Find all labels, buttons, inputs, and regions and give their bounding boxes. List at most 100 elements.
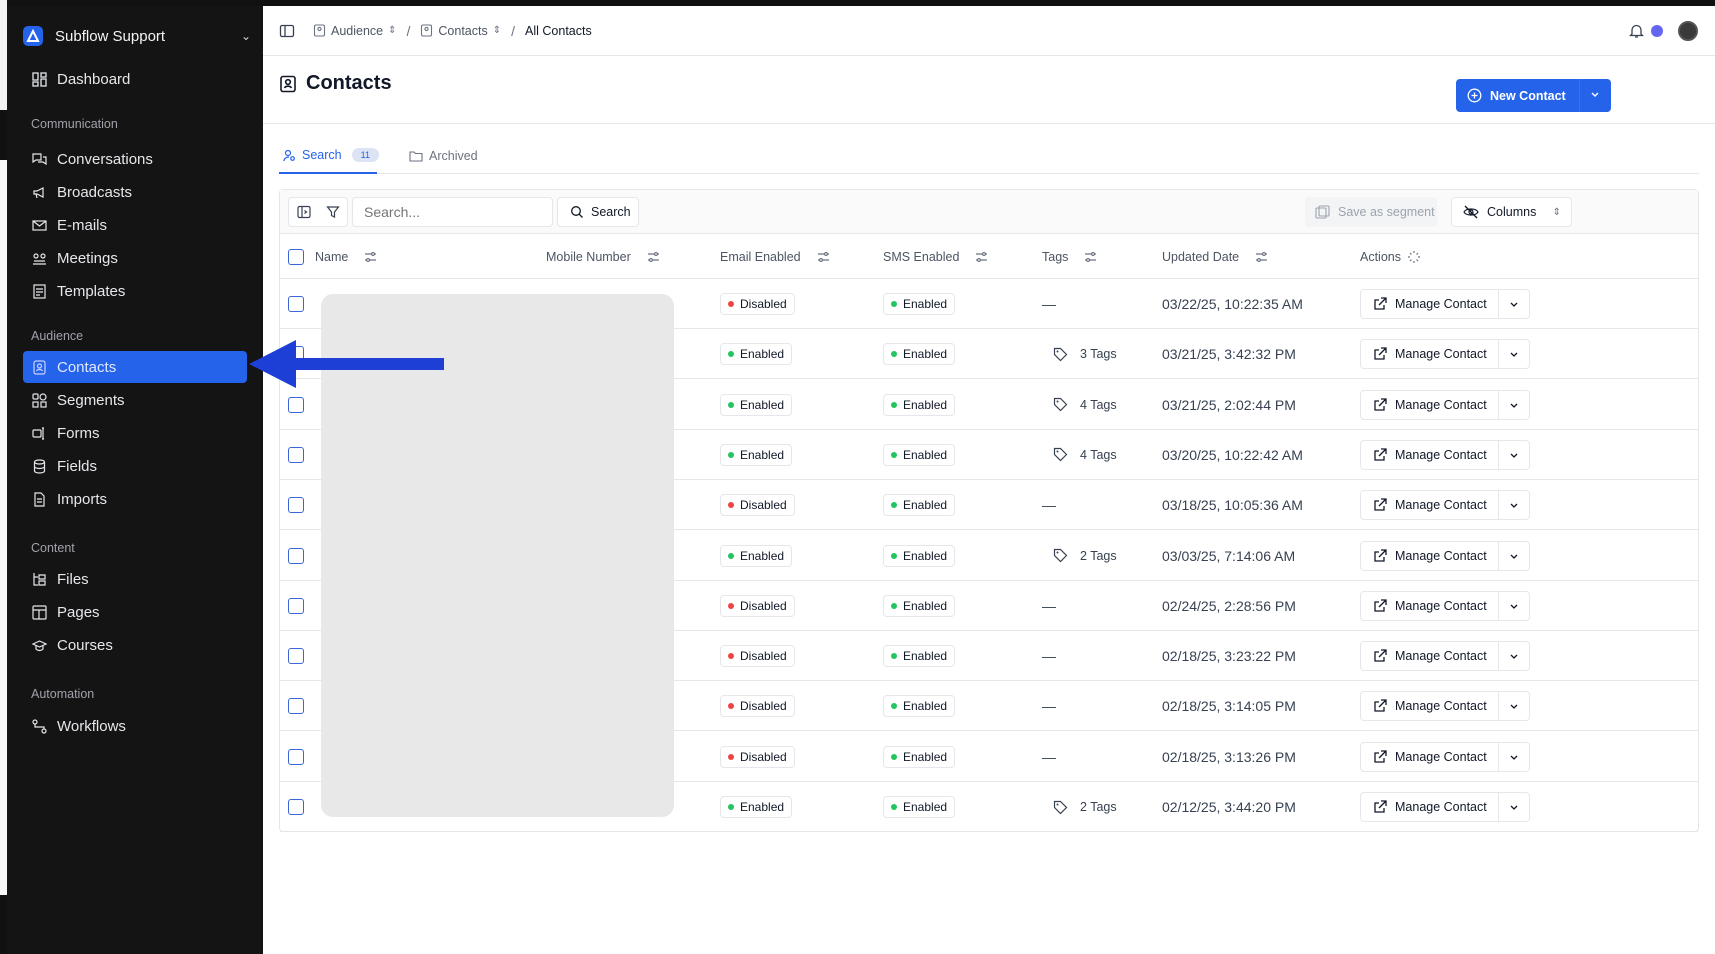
tags-cell[interactable]: 2 Tags (1053, 782, 1117, 832)
breadcrumb-contacts[interactable]: Contacts ⇕ (420, 24, 501, 38)
annotation-arrow-icon (249, 340, 444, 388)
manage-contact-button[interactable]: Manage Contact (1361, 390, 1499, 419)
manage-contact-button[interactable]: Manage Contact (1361, 440, 1499, 469)
sidebar-item-files[interactable]: Files (23, 563, 247, 595)
manage-contact-dropdown[interactable] (1499, 793, 1529, 821)
tab-search[interactable]: Search 11 (279, 138, 379, 174)
new-contact-button[interactable]: New Contact (1456, 79, 1611, 112)
column-header-sms-enabled[interactable]: SMS Enabled (883, 234, 988, 279)
actions-cell: Manage Contact (1360, 681, 1530, 731)
manage-contact-button[interactable]: Manage Contact (1361, 491, 1499, 520)
row-checkbox[interactable] (288, 279, 304, 329)
tags-cell[interactable]: 4 Tags (1053, 430, 1117, 480)
actions-settings-icon[interactable] (1407, 250, 1421, 264)
sidebar-item-emails[interactable]: E-mails (23, 209, 247, 241)
updated-date: 02/12/25, 3:44:20 PM (1162, 799, 1296, 815)
column-header-email-enabled[interactable]: Email Enabled (720, 234, 830, 279)
manage-contact-label: Manage Contact (1395, 800, 1487, 814)
manage-contact-dropdown[interactable] (1499, 542, 1529, 570)
sidebar-item-forms[interactable]: Forms (23, 417, 247, 449)
manage-contact-label: Manage Contact (1395, 347, 1487, 362)
sidebar-item-dashboard[interactable]: Dashboard (23, 63, 247, 95)
sort-filter-icon[interactable] (1255, 251, 1268, 263)
sidebar-item-label: Pages (57, 603, 100, 621)
search-button[interactable]: Search (557, 197, 639, 227)
sidebar-item-pages[interactable]: Pages (23, 596, 247, 628)
manage-contact-button[interactable]: Manage Contact (1361, 340, 1499, 369)
manage-contact-dropdown[interactable] (1499, 743, 1529, 771)
row-checkbox[interactable] (288, 782, 304, 832)
sidebar-item-courses[interactable]: Courses (23, 629, 247, 661)
row-checkbox[interactable] (288, 631, 304, 681)
sidebar-item-fields[interactable]: Fields (23, 450, 247, 482)
row-checkbox[interactable] (288, 681, 304, 731)
breadcrumb-all-contacts[interactable]: All Contacts (525, 24, 592, 38)
workspace-switcher[interactable]: Subflow Support ⌄ (23, 16, 255, 56)
save-as-segment-button[interactable]: Save as segment (1305, 197, 1437, 227)
manage-contact-dropdown[interactable] (1499, 491, 1529, 519)
manage-contact-button[interactable]: Manage Contact (1361, 793, 1499, 821)
filter-icon[interactable] (325, 205, 340, 219)
manage-contact-dropdown[interactable] (1499, 592, 1529, 620)
sort-filter-icon[interactable] (364, 251, 377, 263)
sidebar-item-segments[interactable]: Segments (23, 384, 247, 416)
manage-contact-dropdown[interactable] (1499, 642, 1529, 670)
manage-contact-button[interactable]: Manage Contact (1361, 541, 1499, 570)
sms-enabled-cell: Enabled (883, 631, 956, 681)
manage-contact-button[interactable]: Manage Contact (1361, 591, 1499, 620)
sidebar-item-templates[interactable]: Templates (23, 275, 247, 307)
sidebar-item-broadcasts[interactable]: Broadcasts (23, 176, 247, 208)
column-header-tags[interactable]: Tags (1042, 234, 1097, 279)
sort-filter-icon[interactable] (1084, 251, 1097, 263)
tags-cell[interactable]: 4 Tags (1053, 380, 1117, 430)
row-checkbox[interactable] (288, 531, 304, 581)
sms-enabled-cell: Enabled (883, 681, 956, 731)
manage-contact-button[interactable]: Manage Contact (1361, 692, 1499, 721)
email-status: Disabled (740, 498, 787, 513)
sort-filter-icon[interactable] (647, 251, 660, 263)
panel-toggle-icon[interactable] (296, 205, 311, 219)
column-header-name[interactable]: Name (315, 234, 377, 279)
tab-archived[interactable]: Archived (409, 138, 478, 174)
row-checkbox[interactable] (288, 480, 304, 530)
breadcrumb-audience[interactable]: Audience ⇕ (313, 24, 397, 38)
select-all-checkbox[interactable] (288, 234, 304, 279)
bell-icon[interactable] (1629, 23, 1644, 39)
tags-cell[interactable]: 3 Tags (1053, 329, 1117, 379)
window-left-edge (0, 0, 7, 954)
sidebar-item-imports[interactable]: Imports (23, 483, 247, 515)
row-checkbox[interactable] (288, 581, 304, 631)
avatar[interactable] (1678, 21, 1698, 41)
manage-contact-dropdown[interactable] (1499, 290, 1529, 318)
columns-button[interactable]: Columns ⇕ (1451, 197, 1572, 227)
top-navigation: Audience ⇕ / Contacts ⇕ / All Contacts (263, 6, 1715, 56)
manage-contact-button[interactable]: Manage Contact (1361, 642, 1499, 671)
manage-contact-button[interactable]: Manage Contact (1361, 290, 1499, 318)
updated-date-cell: 03/21/25, 3:42:32 PM (1162, 329, 1296, 379)
row-checkbox[interactable] (288, 430, 304, 480)
search-input[interactable] (352, 197, 553, 227)
status-dot-icon (728, 703, 734, 710)
sidebar-item-contacts[interactable]: Contacts (23, 351, 247, 383)
sort-filter-icon[interactable] (817, 251, 830, 263)
tags-cell[interactable]: 2 Tags (1053, 531, 1117, 581)
sidebar-toggle-icon[interactable] (279, 23, 295, 39)
sidebar-item-label: Dashboard (57, 70, 131, 88)
sidebar-item-label: Contacts (57, 358, 117, 376)
email-enabled-cell: Enabled (720, 531, 793, 581)
sidebar-item-meetings[interactable]: Meetings (23, 242, 247, 274)
manage-contact-dropdown[interactable] (1499, 441, 1529, 469)
manage-contact-dropdown[interactable] (1499, 692, 1529, 720)
manage-contact-button[interactable]: Manage Contact (1361, 742, 1499, 771)
row-checkbox[interactable] (288, 732, 304, 782)
chevron-down-icon[interactable] (1589, 88, 1601, 103)
sidebar-item-workflows[interactable]: Workflows (23, 710, 247, 742)
sidebar-item-conversations[interactable]: Conversations (23, 143, 247, 175)
email-status: Enabled (740, 447, 785, 462)
manage-contact-dropdown[interactable] (1499, 391, 1529, 419)
manage-contact-dropdown[interactable] (1499, 340, 1529, 368)
column-header-mobile-number[interactable]: Mobile Number (546, 234, 660, 279)
manage-contact-label: Manage Contact (1395, 649, 1487, 664)
sort-filter-icon[interactable] (975, 251, 988, 263)
column-header-updated-date[interactable]: Updated Date (1162, 234, 1268, 279)
